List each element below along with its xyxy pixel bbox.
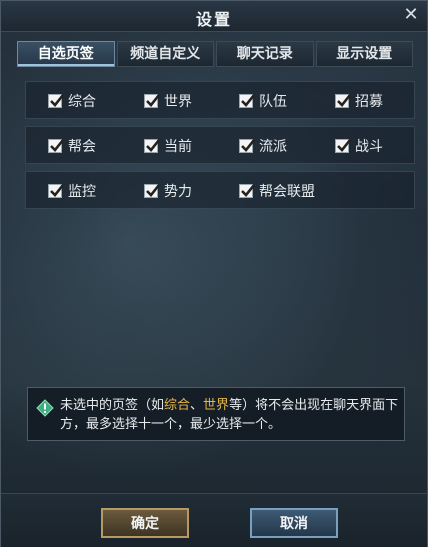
info-diamond-icon bbox=[36, 399, 54, 417]
tip-text-part: 未选中的页签（如 bbox=[60, 398, 165, 413]
tip-separator: 、 bbox=[190, 398, 204, 413]
channel-row: 监控 势力 帮会联盟 bbox=[25, 171, 415, 209]
checkbox-label: 综合 bbox=[68, 94, 96, 110]
tip-highlight: 世界 bbox=[203, 398, 230, 413]
tab-channel-custom[interactable]: 频道自定义 bbox=[116, 41, 214, 67]
checkbox-comprehensive[interactable]: 综合 bbox=[48, 92, 96, 110]
check-icon bbox=[48, 184, 65, 198]
channel-row: 帮会 当前 流派 战斗 bbox=[25, 126, 415, 164]
window-title: 设置 bbox=[195, 10, 232, 29]
tip-highlight: 综合 bbox=[164, 398, 191, 413]
checkbox-recruit[interactable]: 招募 bbox=[335, 92, 383, 110]
check-icon bbox=[144, 94, 161, 108]
cancel-button[interactable]: 取消 bbox=[250, 508, 338, 538]
checkbox-label: 监控 bbox=[68, 184, 96, 200]
checkbox-current[interactable]: 当前 bbox=[144, 137, 192, 155]
checkbox-monitor[interactable]: 监控 bbox=[48, 182, 96, 200]
confirm-button[interactable]: 确定 bbox=[101, 508, 189, 538]
tip-box: 未选中的页签（如综合、世界等）将不会出现在聊天界面下方，最多选择十一个，最少选择… bbox=[27, 387, 405, 441]
checkbox-faction[interactable]: 流派 bbox=[239, 137, 287, 155]
check-icon bbox=[144, 139, 161, 153]
checkbox-label: 队伍 bbox=[259, 94, 287, 110]
check-icon bbox=[335, 94, 352, 108]
check-icon bbox=[144, 184, 161, 198]
title-bar: 设置 ✕ bbox=[1, 1, 427, 32]
check-icon bbox=[239, 94, 256, 108]
tab-bar: 自选页签 频道自定义 聊天记录 显示设置 bbox=[17, 41, 413, 67]
checkbox-label: 帮会 bbox=[68, 139, 96, 155]
tab-display-settings[interactable]: 显示设置 bbox=[315, 41, 413, 67]
checkbox-world[interactable]: 世界 bbox=[144, 92, 192, 110]
check-icon bbox=[48, 139, 65, 153]
checkbox-label: 帮会联盟 bbox=[259, 184, 315, 200]
close-icon[interactable]: ✕ bbox=[401, 5, 421, 25]
channel-row: 综合 世界 队伍 招募 bbox=[25, 81, 415, 119]
checkbox-label: 战斗 bbox=[355, 139, 383, 155]
check-icon bbox=[48, 94, 65, 108]
checkbox-guild-alliance[interactable]: 帮会联盟 bbox=[239, 182, 315, 200]
checkbox-label: 招募 bbox=[355, 94, 383, 110]
tab-custom-tabs[interactable]: 自选页签 bbox=[17, 41, 115, 67]
tip-text: 未选中的页签（如综合、世界等）将不会出现在聊天界面下方，最多选择十一个，最少选择… bbox=[60, 396, 400, 434]
check-icon bbox=[239, 184, 256, 198]
check-icon bbox=[335, 139, 352, 153]
checkbox-label: 世界 bbox=[164, 94, 192, 110]
tab-chat-history[interactable]: 聊天记录 bbox=[216, 41, 314, 67]
checkbox-label: 流派 bbox=[259, 139, 287, 155]
check-icon bbox=[239, 139, 256, 153]
checkbox-force[interactable]: 势力 bbox=[144, 182, 192, 200]
button-bar bbox=[1, 493, 427, 547]
settings-window: 设置 ✕ 自选页签 频道自定义 聊天记录 显示设置 综合 世界 队伍 招募 帮会 bbox=[0, 0, 428, 547]
checkbox-label: 势力 bbox=[164, 184, 192, 200]
checkbox-combat[interactable]: 战斗 bbox=[335, 137, 383, 155]
checkbox-guild[interactable]: 帮会 bbox=[48, 137, 96, 155]
checkbox-team[interactable]: 队伍 bbox=[239, 92, 287, 110]
checkbox-label: 当前 bbox=[164, 139, 192, 155]
